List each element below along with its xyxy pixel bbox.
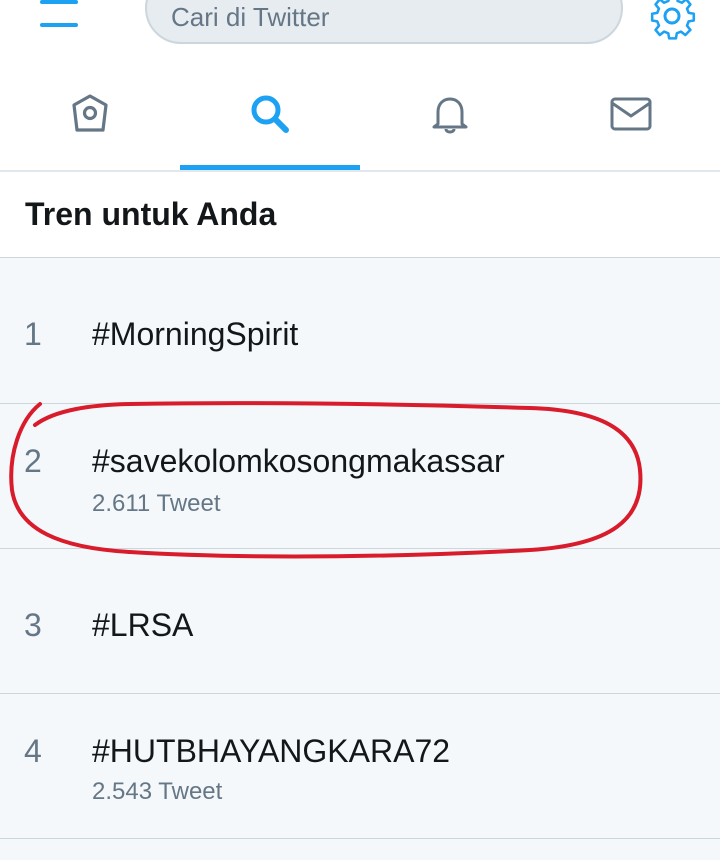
trend-item[interactable]: 2 #savekolomkosongmakassar 2.611 Tweet: [0, 404, 720, 549]
tab-notifications[interactable]: [360, 78, 540, 170]
home-icon: [72, 94, 108, 132]
trend-tweet-count: 2.543 Tweet: [92, 778, 223, 805]
section-title: Tren untuk Anda: [25, 196, 277, 232]
trend-rank: 3: [24, 607, 42, 643]
trend-tweet-count: 2.611 Tweet: [92, 490, 221, 517]
tab-home[interactable]: [0, 78, 180, 170]
search-icon: [251, 95, 289, 133]
tab-messages[interactable]: [540, 78, 720, 170]
trend-rank: 2: [24, 443, 42, 479]
trend-rank: 1: [24, 316, 42, 352]
search-box[interactable]: [145, 0, 623, 44]
trend-hashtag[interactable]: #LRSA: [92, 607, 193, 644]
gear-icon[interactable]: [648, 0, 696, 40]
trend-item[interactable]: 3 #LRSA: [0, 549, 720, 694]
bell-icon: [432, 97, 468, 134]
trend-rank: 4: [24, 733, 42, 769]
trend-hashtag[interactable]: #MorningSpirit: [92, 316, 298, 353]
top-bar: [0, 0, 720, 170]
trend-hashtag[interactable]: #HUTBHAYANGKARA72: [92, 733, 450, 770]
envelope-icon: [610, 97, 652, 131]
trends-header: Tren untuk Anda: [0, 172, 720, 258]
hamburger-menu-icon[interactable]: [38, 0, 82, 34]
tab-bar: [0, 78, 720, 170]
trend-hashtag[interactable]: #savekolomkosongmakassar: [92, 443, 505, 480]
tab-search[interactable]: [180, 78, 360, 170]
trend-item[interactable]: 4 #HUTBHAYANGKARA72 2.543 Tweet: [0, 694, 720, 839]
search-input[interactable]: [169, 0, 593, 38]
trend-item[interactable]: 1 #MorningSpirit: [0, 259, 720, 404]
